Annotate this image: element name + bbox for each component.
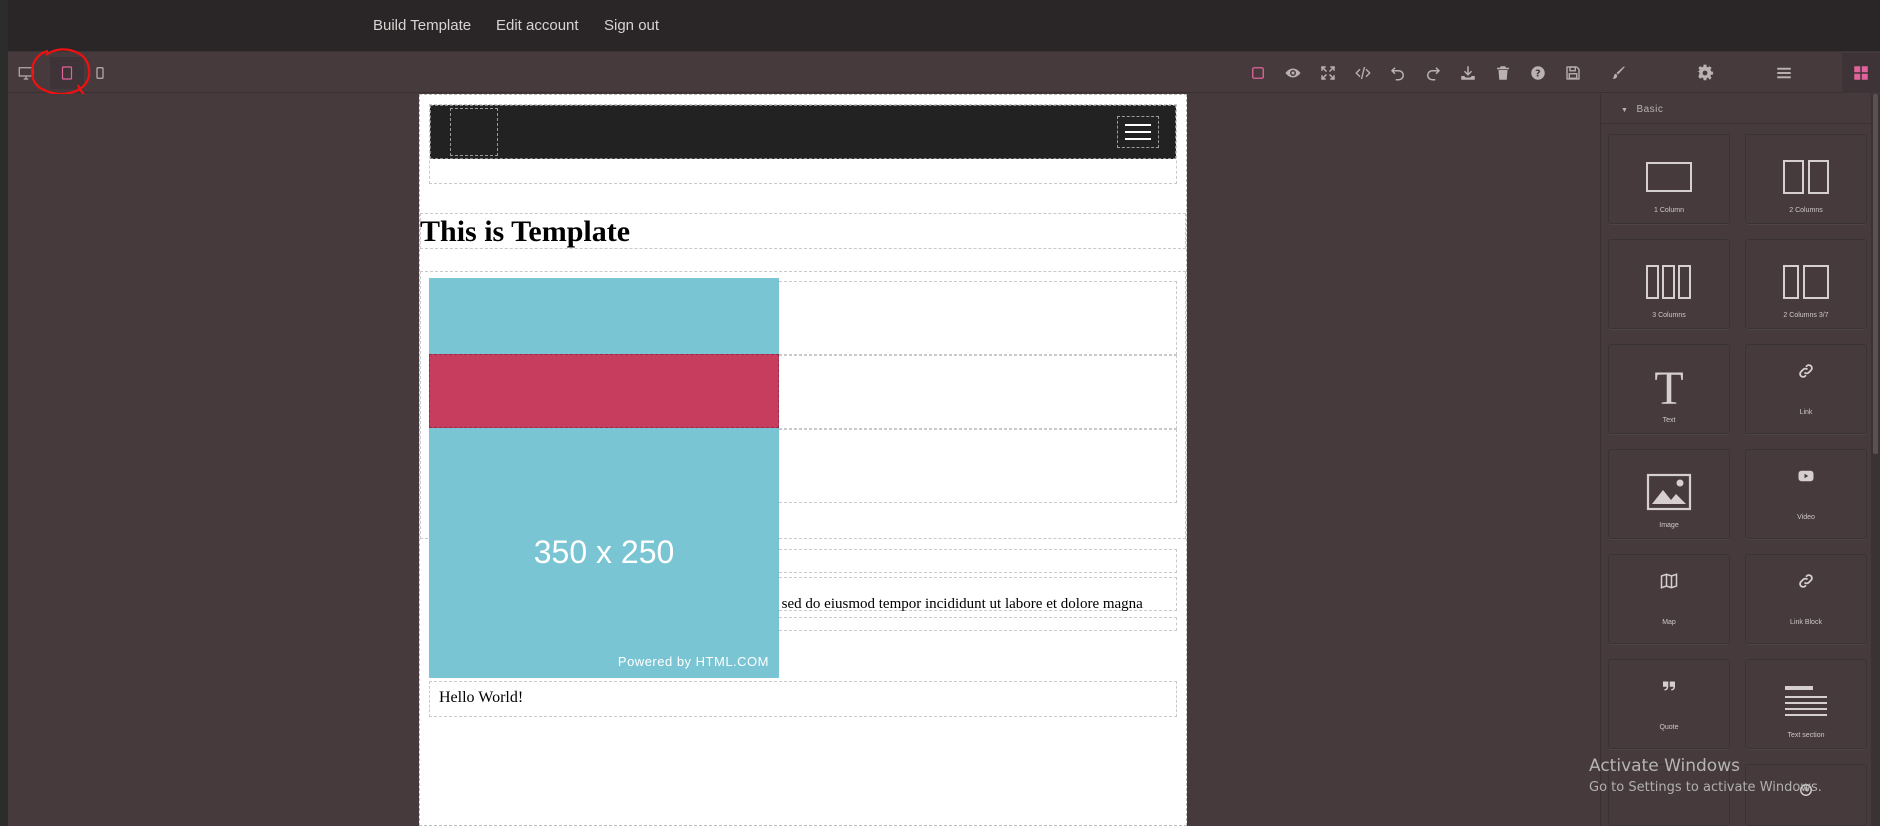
code-icon [1355,66,1371,80]
one-column-icon [1646,162,1692,192]
layer-manager-tab[interactable] [1772,61,1796,85]
top-navbar: Build Template Edit account Sign out [0,0,1880,52]
hamburger-menu-button[interactable] [1117,116,1159,148]
block-label: 3 Columns [1652,312,1686,319]
save-button[interactable] [1561,61,1585,85]
watermark-subtitle: Go to Settings to activate Windows. [1589,780,1822,795]
two-columns-3-7-icon [1783,265,1829,299]
export-code-button[interactable] [1351,61,1375,85]
block-category-header[interactable]: ▼ Basic [1601,94,1880,124]
map-icon [1660,573,1678,589]
help-button[interactable]: ? [1526,61,1550,85]
import-button[interactable] [1456,61,1480,85]
preview-button[interactable] [1281,61,1305,85]
block-link[interactable]: Link [1745,344,1867,434]
block-1-column[interactable]: 1 Column [1608,134,1730,224]
svg-text:?: ? [1535,68,1541,79]
block-label: Link Block [1790,619,1822,626]
hello-text[interactable]: Hello World! [439,689,523,707]
download-icon [1461,66,1475,80]
save-icon [1566,66,1580,80]
block-label: Link [1799,409,1813,416]
navbar[interactable] [430,105,1176,159]
sw-visibility-button[interactable] [1246,61,1270,85]
block-video[interactable]: Video [1745,449,1867,539]
layers-icon [1777,67,1791,79]
block-category-label: Basic [1636,104,1664,115]
link-block-icon [1799,574,1813,588]
brush-icon [1612,66,1625,79]
blocks-icon [1854,66,1868,80]
block-label: Map [1662,619,1676,626]
sign-out-link[interactable]: Sign out [604,17,659,34]
block-text[interactable]: T Text [1608,344,1730,434]
undo-icon [1390,67,1404,81]
svg-text:T: T [1654,366,1683,408]
block-2-columns[interactable]: 2 Columns [1745,134,1867,224]
panel-scrollbar-thumb[interactable] [1873,94,1878,454]
placeholder-image[interactable]: 350 x 250 Powered by HTML.COM [429,278,779,678]
hamburger-line [1125,124,1151,126]
watermark-title: Activate Windows [1589,756,1740,776]
image-size-text: 350 x 250 [533,534,675,570]
help-icon: ? [1531,66,1545,80]
block-map[interactable]: Map [1608,554,1730,644]
eye-icon [1285,68,1301,78]
block-3-columns[interactable]: 3 Columns [1608,239,1730,329]
gear-icon [1696,64,1714,81]
block-image[interactable]: Image [1608,449,1730,539]
block-link-block[interactable]: Link Block [1745,554,1867,644]
redo-button[interactable] [1421,61,1445,85]
fullscreen-button[interactable] [1316,61,1340,85]
block-label: Video [1797,514,1815,521]
navbar-brand[interactable] [450,108,498,156]
hello-row[interactable] [429,681,1177,717]
text-icon: T [1654,366,1683,408]
block-2-columns-3-7[interactable]: 2 Columns 3/7 [1745,239,1867,329]
hamburger-line [1125,138,1151,140]
left-edge-strip [0,0,8,826]
block-label: 2 Columns 3/7 [1783,312,1829,319]
block-label: 1 Column [1654,207,1684,214]
three-columns-icon [1646,265,1691,299]
block-manager-tab[interactable] [1849,61,1873,85]
edit-account-link[interactable]: Edit account [496,17,579,34]
editor-toolbar: ? [8,48,1880,100]
undo-button[interactable] [1386,61,1410,85]
two-columns-icon [1783,160,1829,194]
hamburger-line [1125,131,1151,133]
build-template-link[interactable]: Build Template [373,17,471,34]
paragraph-text[interactable]: t, sed do eiusmod tempor incididunt ut l… [770,596,1143,613]
redo-icon [1427,67,1441,81]
video-icon [1798,470,1814,482]
quote-icon [1663,681,1675,691]
page-heading[interactable]: This is Template [420,215,630,249]
text-section-icon [1785,686,1827,716]
image-icon [1646,473,1692,511]
canvas-frame[interactable]: This is Template t, sed do eiusmod tempo… [419,94,1187,826]
image-red-band [429,354,779,428]
square-outline-icon [1252,67,1264,79]
block-text-section[interactable]: Text section [1745,659,1867,749]
block-label: Quote [1659,724,1679,731]
block-label: Text [1662,417,1676,424]
trash-icon [1497,66,1509,80]
windows-activation-watermark: Activate Windows Go to Settings to activ… [1589,756,1822,795]
block-label: 2 Columns [1789,207,1823,214]
style-manager-tab[interactable] [1606,61,1630,85]
clear-canvas-button[interactable] [1491,61,1515,85]
image-caption: Powered by HTML.COM [617,654,769,669]
block-quote[interactable]: Quote [1608,659,1730,749]
link-icon [1799,364,1813,378]
trait-manager-tab[interactable] [1693,61,1717,85]
caret-down-icon: ▼ [1621,107,1629,114]
block-label: Image [1659,522,1679,529]
blocks-panel: ▼ Basic 1 Column 2 Columns 3 Columns 2 Co… [1600,94,1880,826]
fullscreen-icon [1321,66,1335,80]
block-label: Text section [1787,732,1825,739]
